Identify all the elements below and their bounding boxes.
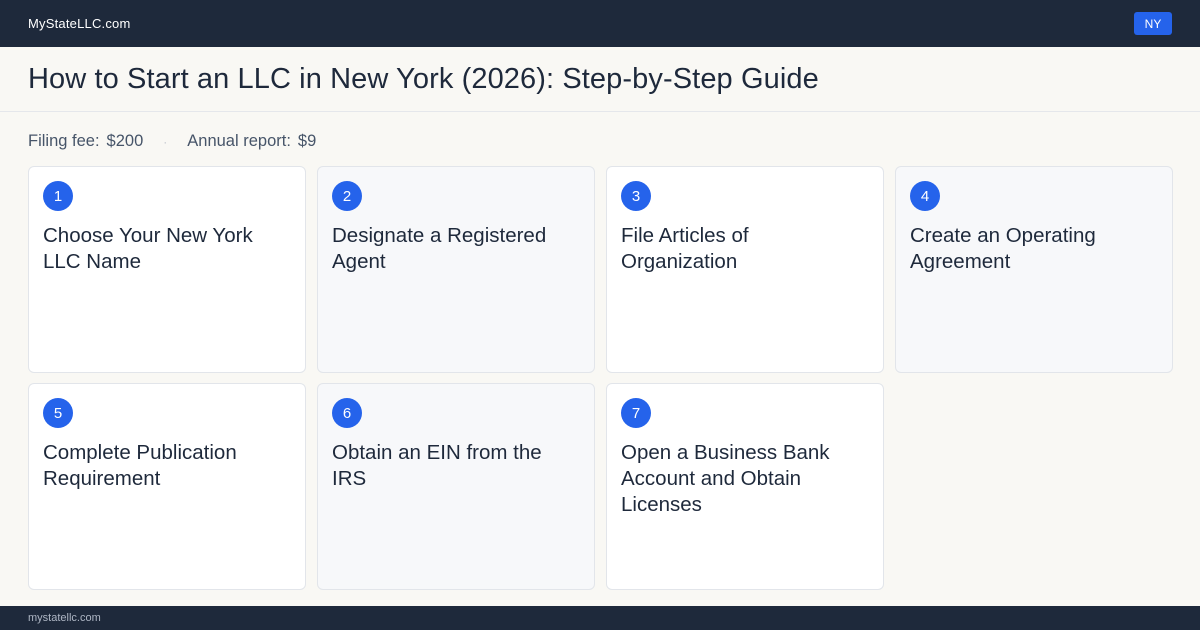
filing-fee-label: Filing fee: (28, 132, 100, 150)
footer-domain[interactable]: mystatellc.com (28, 612, 101, 624)
annual-report-label: Annual report: (187, 132, 291, 150)
steps-grid: 1 Choose Your New York LLC Name 2 Design… (28, 166, 1173, 590)
step-card-1[interactable]: 1 Choose Your New York LLC Name (28, 166, 306, 373)
title-bar: How to Start an LLC in New York (2026): … (0, 47, 1200, 112)
page-title: How to Start an LLC in New York (2026): … (28, 62, 819, 95)
step-title: Designate a Registered Agent (332, 224, 547, 273)
annual-report-value: $9 (297, 132, 317, 150)
step-card-4[interactable]: 4 Create an Operating Agreement (895, 166, 1173, 373)
step-number-badge: 5 (43, 398, 73, 428)
step-card-5[interactable]: 5 Complete Publication Requirement (28, 383, 306, 590)
step-card-6[interactable]: 6 Obtain an EIN from the IRS (317, 383, 595, 590)
step-number-badge: 6 (332, 398, 362, 428)
filing-fee-value: $200 (106, 132, 144, 150)
state-badge[interactable]: NY (1134, 12, 1172, 35)
step-card-3[interactable]: 3 File Articles of Organization (606, 166, 884, 373)
step-number-badge: 3 (621, 181, 651, 211)
top-navbar: MyStateLLC.com NY (0, 0, 1200, 47)
step-number-badge: 1 (43, 181, 73, 211)
step-title: File Articles of Organization (621, 224, 749, 273)
fee-summary: Filing fee: $200 · Annual report: $9 (28, 132, 316, 151)
step-title: Create an Operating Agreement (910, 224, 1096, 273)
fact-separator: · (163, 134, 168, 149)
step-title: Complete Publication Requirement (43, 441, 237, 490)
footer-bar: mystatellc.com (0, 606, 1200, 630)
step-title: Choose Your New York LLC Name (43, 224, 253, 273)
step-title: Obtain an EIN from the IRS (332, 441, 542, 490)
step-card-2[interactable]: 2 Designate a Registered Agent (317, 166, 595, 373)
step-number-badge: 2 (332, 181, 362, 211)
step-number-badge: 7 (621, 398, 651, 428)
brand-logo-text[interactable]: MyStateLLC.com (28, 16, 131, 31)
step-number-badge: 4 (910, 181, 940, 211)
step-title: Open a Business Bank Account and Obtain … (621, 441, 830, 516)
step-card-7[interactable]: 7 Open a Business Bank Account and Obtai… (606, 383, 884, 590)
